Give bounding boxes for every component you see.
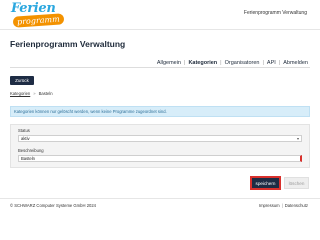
nav-item-abmelden[interactable]: Abmelden: [283, 60, 308, 66]
status-select[interactable]: aktiv ▾: [18, 135, 302, 142]
info-alert-text: Kategorien können nur gelöscht werden, w…: [14, 109, 167, 114]
footer-links: Impressum | Datenschutz: [259, 203, 308, 208]
breadcrumb: Kategorien » Basteln: [10, 91, 53, 96]
ferienprogramm-logo[interactable]: Ferien programm: [8, 1, 64, 28]
back-button[interactable]: Zurück: [10, 76, 34, 85]
footer-separator: |: [281, 203, 283, 208]
description-label: Beschreibung: [18, 148, 44, 153]
footer-link-datenschutz[interactable]: Datenschutz: [285, 203, 308, 208]
breadcrumb-separator: »: [33, 91, 36, 96]
nav-item-kategorien[interactable]: Kategorien: [188, 60, 217, 66]
status-label: Status: [18, 128, 30, 133]
nav-separator: |: [278, 60, 281, 66]
nav-separator: |: [184, 60, 186, 66]
logo-word-bottom: programm: [12, 13, 64, 28]
breadcrumb-item-kategorien[interactable]: Kategorien: [10, 91, 30, 96]
footer-copyright: © SCHWARZ Computer Systeme GmbH 2024: [10, 203, 97, 208]
chevron-down-icon: ▾: [296, 136, 299, 141]
nav-divider: [10, 67, 310, 68]
breadcrumb-item-current: Basteln: [38, 91, 53, 96]
description-input-value: Basteln: [21, 156, 35, 161]
delete-button[interactable]: löschen: [284, 177, 309, 189]
description-input[interactable]: Basteln: [18, 155, 302, 162]
page-title: Ferienprogramm Verwaltung: [10, 39, 126, 49]
nav-separator: |: [262, 60, 264, 66]
footer-link-impressum[interactable]: Impressum: [259, 203, 280, 208]
info-alert: Kategorien können nur gelöscht werden, w…: [10, 106, 310, 117]
footer-divider: [0, 198, 320, 199]
top-bar-title: Ferienprogramm Verwaltung: [243, 10, 307, 16]
category-form: Status aktiv ▾ Beschreibung Basteln: [10, 124, 310, 168]
nav-separator: |: [220, 60, 222, 66]
status-select-value: aktiv: [21, 136, 30, 141]
top-bar: Ferien programm Ferienprogramm Verwaltun…: [0, 0, 320, 30]
save-button[interactable]: speichern: [251, 177, 280, 189]
nav-item-organisatoren[interactable]: Organisatoren: [225, 60, 260, 66]
nav-item-api[interactable]: API: [267, 60, 276, 66]
nav-item-allgemein[interactable]: Allgemein: [157, 60, 181, 66]
